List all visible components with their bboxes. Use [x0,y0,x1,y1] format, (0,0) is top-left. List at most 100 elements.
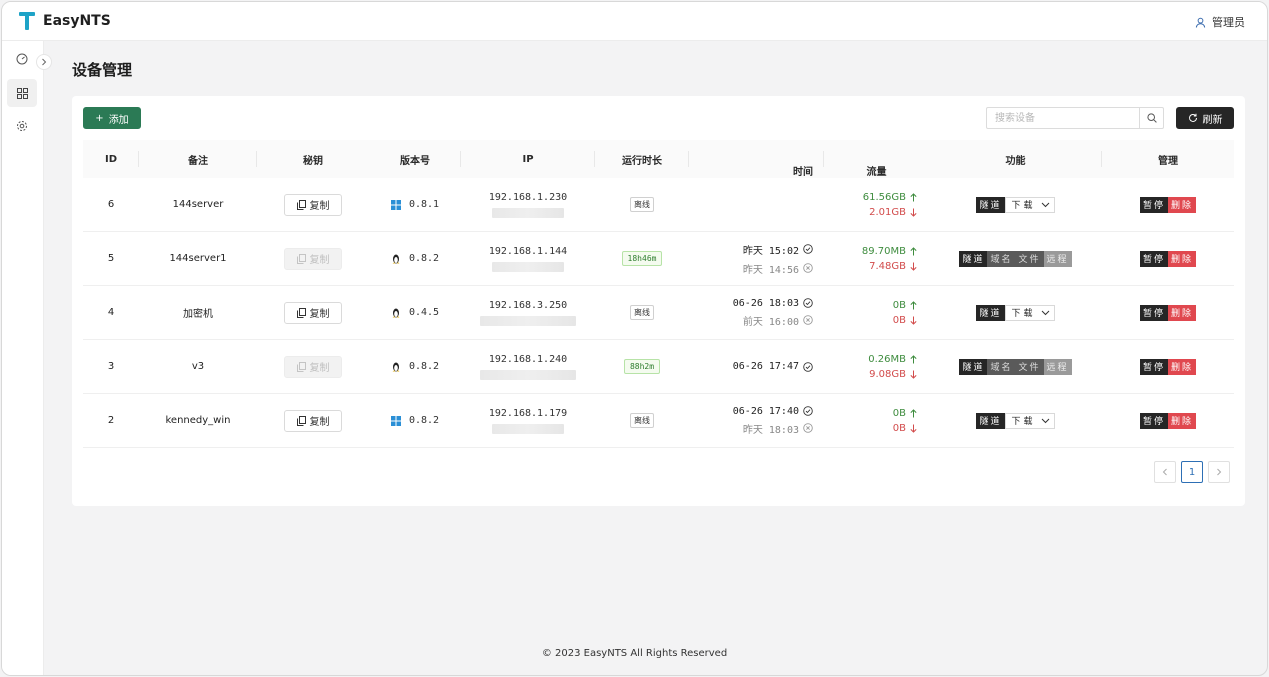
last-online-time: 06-26 17:47 [733,361,813,372]
chevron-right-icon [1217,468,1222,476]
tunnel-button[interactable]: 隧道 [959,358,988,375]
tunnel-button[interactable]: 隧道 [959,250,988,267]
chevron-left-icon [1162,468,1167,476]
check-circle-icon [803,244,813,254]
cell-id: 6 [107,199,115,210]
cell-ip: 192.168.1.144 [461,232,595,285]
flow-download-text: 9.08GB [869,368,906,380]
sidebar-item-dashboard[interactable] [7,45,37,73]
download-select-value: 下载 [1011,309,1036,319]
pause-button[interactable]: 暂停 [1139,196,1168,213]
last-online-text: 昨天 15:02 [742,245,799,257]
cell-version: 0.8.2 [369,340,461,393]
flow-upload: 61.56GB [863,192,917,203]
runtime-tag: 离线 [630,197,654,212]
cell-time: 昨天 15:02 昨天 14:56 [689,232,824,285]
remote-button[interactable]: 远程 [1043,358,1072,375]
header-runtime: 运行时长 [595,140,689,178]
download-select-value: 下载 [1011,201,1036,211]
last-offline-time: 昨天 14:56 [743,261,813,276]
copy-icon [296,361,306,372]
delete-button[interactable]: 删除 [1168,358,1197,375]
last-offline-text: 昨天 14:56 [742,264,799,276]
version-text: 0.4.5 [408,307,440,318]
refresh-button[interactable]: 刷新 [1176,107,1234,129]
tunnel-button[interactable]: 隧道 [976,196,1005,213]
delete-button[interactable]: 删除 [1168,250,1197,267]
remote-button[interactable]: 远程 [1043,250,1072,267]
cell-id: 2 [107,415,115,426]
copy-key-button[interactable]: 复制 [284,247,342,270]
copy-button-label: 复制 [309,255,330,266]
last-online-time: 06-26 17:40 [733,406,813,417]
delete-button[interactable]: 删除 [1168,304,1197,321]
header-id: ID [83,140,139,178]
download-select[interactable]: 下载 [1004,304,1055,321]
domain-button[interactable]: 域名 [987,358,1016,375]
cell-key: 复制 [257,232,369,285]
search-button[interactable] [1139,108,1163,128]
tunnel-button[interactable]: 隧道 [976,412,1005,429]
pause-button[interactable]: 暂停 [1139,250,1168,267]
table-row: 2 kennedy_win 复制 0.8.2 192.168.1.179 离线 06-26 … [83,394,1234,448]
runtime-tag: 18h46m [621,251,663,266]
tunnel-button[interactable]: 隧道 [976,304,1005,321]
delete-button[interactable]: 删除 [1168,196,1197,213]
copy-button-label: 复制 [309,417,330,428]
flow-download: 7.48GB [869,261,917,272]
copy-button-label: 复制 [309,363,330,374]
manage-group: 暂停 删除 [1139,358,1197,375]
flow-upload-text: 0B [892,407,906,419]
copy-key-button[interactable]: 复制 [284,301,342,324]
domain-button[interactable]: 域名 [987,250,1016,267]
user-name: 管理员 [1212,16,1245,29]
sidebar-item-devices[interactable] [7,79,37,107]
file-button[interactable]: 文件 [1015,358,1044,375]
download-select[interactable]: 下载 [1004,196,1055,213]
gear-icon [17,121,27,131]
cell-version: 0.4.5 [369,286,461,339]
sidebar-collapse-button[interactable] [36,54,52,70]
redacted-public-ip [492,261,564,272]
file-button[interactable]: 文件 [1015,250,1044,267]
cell-key: 复制 [257,178,369,231]
add-button[interactable]: + 添加 [83,107,141,129]
cell-function: 隧道 下载 [929,178,1102,231]
cell-version: 0.8.2 [369,232,461,285]
copy-icon [296,307,306,318]
last-online-text: 06-26 17:40 [732,405,799,417]
pause-button[interactable]: 暂停 [1139,412,1168,429]
arrow-up-icon [910,300,917,309]
pause-button[interactable]: 暂停 [1139,304,1168,321]
flow-download-text: 7.48GB [869,260,906,272]
user-menu[interactable]: 管理员 [1195,14,1245,30]
sidebar-item-settings[interactable] [7,112,37,140]
cell-version: 0.8.2 [369,394,461,447]
cell-function: 隧道 域名 文件 远程 [929,340,1102,393]
runtime-tag: 离线 [630,305,654,320]
pause-button[interactable]: 暂停 [1139,358,1168,375]
last-online-text: 06-26 17:47 [732,361,799,372]
cell-manage: 暂停 删除 [1102,232,1234,285]
copy-key-button[interactable]: 复制 [284,409,342,432]
footer-copyright: © 2023 EasyNTS All Rights Reserved [541,648,728,659]
header-ip: IP [461,140,595,178]
delete-button[interactable]: 删除 [1168,412,1197,429]
top-bar: EasyNTS 管理员 [2,2,1267,41]
next-page-button[interactable] [1208,461,1230,483]
download-select[interactable]: 下载 [1004,412,1055,429]
cell-flow: 0.26MB 9.08GB [824,340,929,393]
linux-icon [392,308,400,318]
cell-note: kennedy_win [165,415,231,426]
last-offline-text: 昨天 18:03 [742,424,799,436]
copy-key-button[interactable]: 复制 [284,193,342,216]
linux-icon [392,362,400,372]
copy-key-button[interactable]: 复制 [284,355,342,378]
cell-flow: 89.70MB 7.48GB [824,232,929,285]
search-input[interactable] [987,108,1139,128]
prev-page-button[interactable] [1154,461,1176,483]
cell-ip: 192.168.1.230 [461,178,595,231]
page-button-current[interactable]: 1 [1181,461,1203,483]
copy-icon [296,415,306,426]
arrow-down-icon [910,370,917,379]
